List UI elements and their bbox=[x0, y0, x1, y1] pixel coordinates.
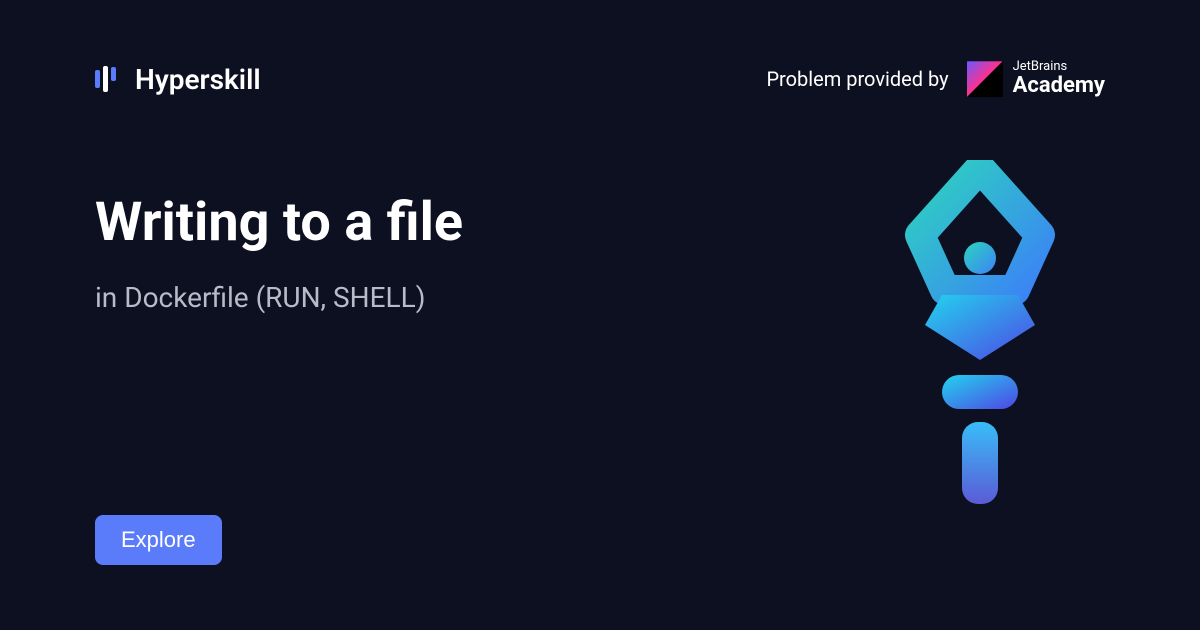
text-block: Writing to a file in Dockerfile (RUN, SH… bbox=[95, 193, 463, 313]
jetbrains-line2: Academy bbox=[1013, 74, 1105, 98]
page-title: Writing to a file bbox=[95, 193, 463, 252]
provider-label: Problem provided by bbox=[766, 67, 948, 91]
jetbrains-icon bbox=[967, 61, 1003, 97]
jetbrains-academy-text: JetBrains Academy bbox=[1013, 60, 1105, 98]
brand-name: Hyperskill bbox=[135, 63, 261, 96]
explore-button[interactable]: Explore bbox=[95, 515, 222, 565]
pen-nib-decoration-icon bbox=[890, 160, 1070, 510]
hyperskill-logo: Hyperskill bbox=[95, 63, 261, 96]
page-subtitle: in Dockerfile (RUN, SHELL) bbox=[95, 281, 463, 314]
jetbrains-line1: JetBrains bbox=[1013, 60, 1105, 74]
header: Hyperskill Problem provided by JetBrains… bbox=[0, 0, 1200, 98]
jetbrains-academy-logo: JetBrains Academy bbox=[967, 60, 1105, 98]
hyperskill-icon bbox=[95, 65, 123, 93]
provider-block: Problem provided by JetBrains Academy bbox=[766, 60, 1105, 98]
